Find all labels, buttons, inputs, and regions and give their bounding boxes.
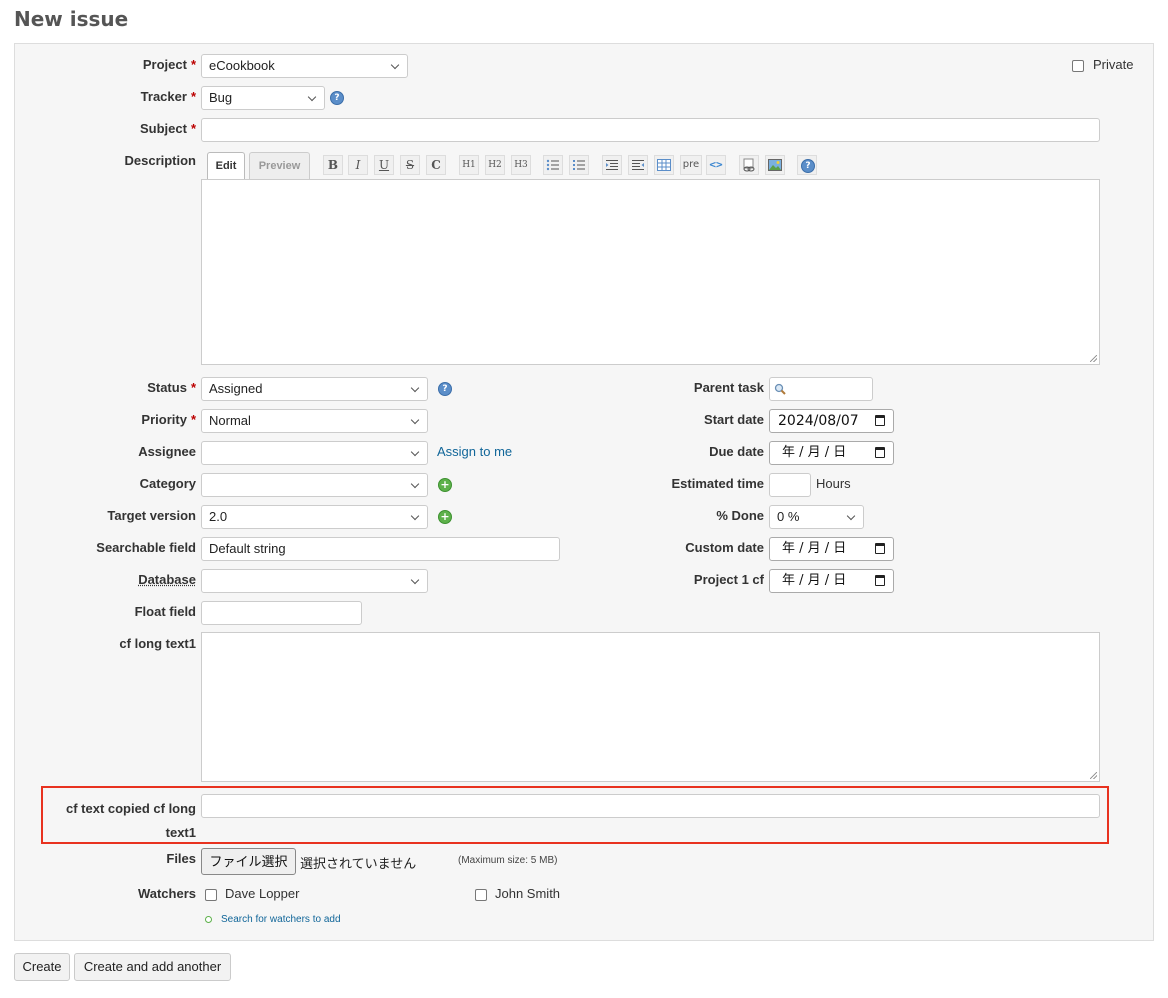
watcher-name: John Smith bbox=[495, 886, 561, 901]
watcher-checkbox[interactable] bbox=[205, 889, 217, 901]
calendar-icon bbox=[875, 543, 885, 554]
create-button[interactable]: Create bbox=[14, 953, 70, 981]
target-version-label: Target version bbox=[107, 508, 196, 523]
due-date-value: 年 / 月 / 日 bbox=[782, 445, 847, 460]
done-ratio-label: % Done bbox=[716, 508, 764, 523]
estimated-time-label: Estimated time bbox=[671, 476, 764, 491]
status-select[interactable]: Assigned bbox=[201, 377, 428, 401]
files-label: Files bbox=[166, 851, 196, 866]
code-icon[interactable]: C bbox=[426, 155, 446, 175]
cf-text-copied-label: cf text copied cf long text1 bbox=[65, 801, 196, 840]
link-icon[interactable] bbox=[739, 155, 759, 175]
add-version-icon[interactable]: + bbox=[438, 510, 452, 524]
database-select[interactable] bbox=[201, 569, 428, 593]
pre-icon[interactable]: pre bbox=[680, 155, 702, 175]
category-select[interactable] bbox=[201, 473, 428, 497]
calendar-icon bbox=[875, 575, 885, 586]
priority-select[interactable]: Normal bbox=[201, 409, 428, 433]
subject-label: Subject * bbox=[139, 121, 196, 136]
private-label: Private bbox=[1093, 57, 1134, 72]
description-label: Description bbox=[124, 153, 196, 168]
watcher-checkbox[interactable] bbox=[475, 889, 487, 901]
project1-cf-input[interactable]: 年 / 月 / 日 bbox=[769, 569, 894, 593]
heading1-icon[interactable]: H1 bbox=[459, 155, 479, 175]
tracker-select[interactable]: Bug bbox=[201, 86, 325, 110]
cf-long-text1-label: cf long text1 bbox=[119, 636, 196, 651]
assignee-select[interactable] bbox=[201, 441, 428, 465]
start-date-input[interactable]: 2024/08/07 bbox=[769, 409, 894, 433]
status-label: Status * bbox=[147, 380, 196, 395]
underline-icon[interactable]: U bbox=[374, 155, 394, 175]
indent-left-icon[interactable] bbox=[628, 155, 648, 175]
float-field-label: Float field bbox=[134, 604, 196, 619]
heading3-icon[interactable]: H3 bbox=[511, 155, 531, 175]
bold-icon[interactable]: B bbox=[323, 155, 343, 175]
code-highlight-icon[interactable]: <> bbox=[706, 155, 726, 175]
file-status: 選択されていません bbox=[300, 856, 417, 871]
project1-cf-value: 年 / 月 / 日 bbox=[782, 573, 847, 588]
watcher-name: Dave Lopper bbox=[225, 886, 300, 901]
page-title: New issue bbox=[14, 7, 129, 31]
strikethrough-icon[interactable]: S bbox=[400, 155, 420, 175]
add-watcher-icon bbox=[205, 916, 212, 923]
tracker-help-icon[interactable]: ? bbox=[330, 91, 344, 105]
done-ratio-select[interactable]: 0 % bbox=[769, 505, 864, 529]
searchable-field-input[interactable]: Default string bbox=[201, 537, 560, 561]
subject-input[interactable] bbox=[201, 118, 1100, 142]
italic-icon[interactable]: I bbox=[348, 155, 368, 175]
due-date-label: Due date bbox=[709, 444, 764, 459]
private-checkbox[interactable] bbox=[1072, 60, 1084, 72]
calendar-icon bbox=[875, 447, 885, 458]
help-icon[interactable]: ? bbox=[797, 155, 817, 175]
table-icon[interactable] bbox=[654, 155, 674, 175]
ordered-list-icon[interactable] bbox=[569, 155, 589, 175]
image-icon[interactable] bbox=[765, 155, 785, 175]
category-label: Category bbox=[139, 476, 196, 491]
float-field-input[interactable] bbox=[201, 601, 362, 625]
description-textarea[interactable] bbox=[201, 179, 1100, 365]
watchers-label: Watchers bbox=[137, 886, 196, 901]
tab-edit[interactable]: Edit bbox=[207, 152, 245, 179]
project1-cf-label: Project 1 cf bbox=[693, 572, 764, 587]
project-label: Project * bbox=[142, 57, 196, 72]
estimated-time-input[interactable] bbox=[769, 473, 811, 497]
due-date-input[interactable]: 年 / 月 / 日 bbox=[769, 441, 894, 465]
searchable-field-label: Searchable field bbox=[96, 540, 196, 555]
hours-unit: Hours bbox=[816, 476, 851, 491]
start-date-value: 2024/08/07 bbox=[778, 413, 859, 429]
custom-date-value: 年 / 月 / 日 bbox=[782, 541, 847, 556]
add-category-icon[interactable]: + bbox=[438, 478, 452, 492]
tracker-label: Tracker * bbox=[140, 89, 196, 104]
assign-to-me-link[interactable]: Assign to me bbox=[437, 444, 512, 459]
heading2-icon[interactable]: H2 bbox=[485, 155, 505, 175]
search-icon bbox=[774, 383, 786, 395]
tab-preview[interactable]: Preview bbox=[249, 152, 310, 179]
cf-long-text1-textarea[interactable] bbox=[201, 632, 1100, 782]
max-size-note: (Maximum size: 5 MB) bbox=[458, 855, 558, 866]
cf-text-copied-input[interactable] bbox=[201, 794, 1100, 818]
database-label: Database bbox=[138, 572, 196, 587]
custom-date-label: Custom date bbox=[685, 540, 764, 555]
priority-label: Priority * bbox=[141, 412, 196, 427]
create-and-add-another-button[interactable]: Create and add another bbox=[74, 953, 231, 981]
indent-right-icon[interactable] bbox=[602, 155, 622, 175]
custom-date-input[interactable]: 年 / 月 / 日 bbox=[769, 537, 894, 561]
calendar-icon bbox=[875, 415, 885, 426]
parent-task-label: Parent task bbox=[693, 380, 764, 395]
search-watchers-link[interactable]: Search for watchers to add bbox=[221, 914, 341, 925]
assignee-label: Assignee bbox=[138, 444, 196, 459]
choose-file-button[interactable]: ファイル選択 bbox=[201, 848, 296, 875]
start-date-label: Start date bbox=[704, 412, 764, 427]
status-help-icon[interactable]: ? bbox=[438, 382, 452, 396]
unordered-list-icon[interactable] bbox=[543, 155, 563, 175]
target-version-select[interactable]: 2.0 bbox=[201, 505, 428, 529]
project-select[interactable]: eCookbook bbox=[201, 54, 408, 78]
